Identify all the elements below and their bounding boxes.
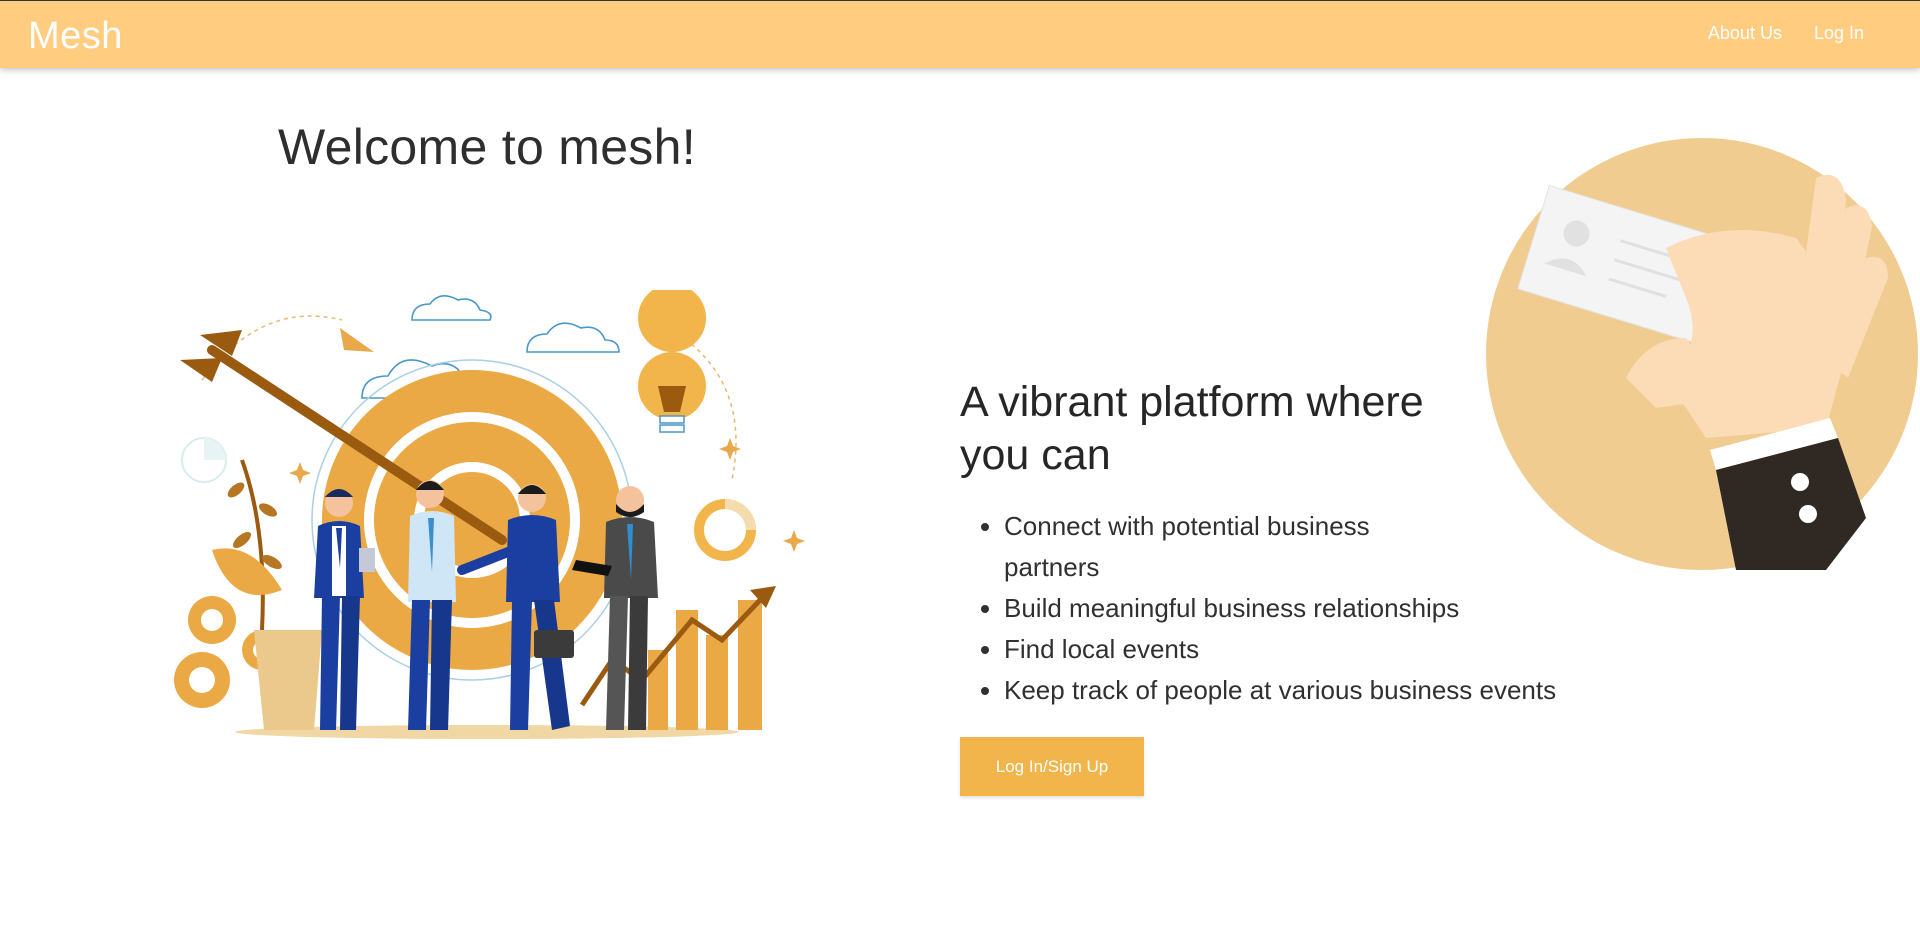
nav-log-in-link[interactable]: Log In — [1814, 23, 1864, 44]
feature-item-relationships: Build meaningful business relationships — [1004, 588, 1604, 629]
login-signup-button[interactable]: Log In/Sign Up — [960, 737, 1144, 796]
top-navbar: Mesh About Us Log In — [0, 0, 1920, 68]
brand-logo-link[interactable]: Mesh — [28, 15, 123, 58]
welcome-heading: Welcome to mesh! — [278, 119, 696, 175]
nav-about-us-link[interactable]: About Us — [1708, 23, 1782, 44]
nav-links: About Us Log In — [1708, 23, 1864, 44]
feature-item-events: Find local events — [1004, 629, 1604, 670]
info-heading: A vibrant platform where you can — [960, 378, 1424, 479]
info-section: A vibrant platform where you can Connect… — [960, 376, 1600, 711]
feature-list: Connect with potential business partners… — [960, 506, 1604, 711]
feature-item-track-people: Keep track of people at various business… — [1004, 670, 1604, 711]
business-handshake-illustration — [174, 290, 805, 739]
feature-item-connect: Connect with potential business partners — [1004, 506, 1434, 588]
